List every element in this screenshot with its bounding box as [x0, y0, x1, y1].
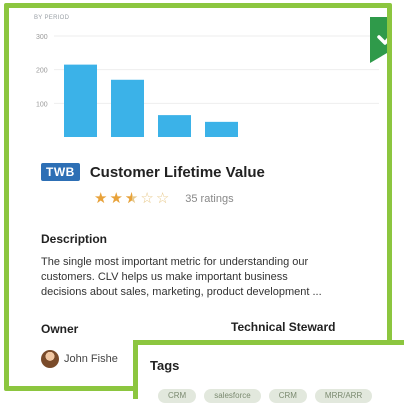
description-line: customers. CLV helps us make important b… — [41, 271, 288, 283]
technical-steward-heading: Technical Steward — [231, 320, 336, 334]
half-star-icon[interactable]: ★★ — [125, 191, 138, 206]
title-row: TWB Customer Lifetime Value — [41, 163, 265, 181]
bar[interactable] — [205, 121, 238, 137]
description-heading: Description — [41, 232, 108, 246]
tag[interactable]: MRR/ARR — [314, 389, 373, 403]
empty-star-icon[interactable]: ☆ — [156, 191, 169, 206]
description-line: The single most important metric for und… — [41, 256, 309, 268]
bar[interactable] — [111, 79, 144, 137]
bar-chart: 300 200 100 — [36, 34, 379, 137]
tag[interactable]: CRM — [158, 389, 197, 403]
bar[interactable] — [158, 115, 191, 137]
certified-ribbon-icon — [370, 17, 387, 63]
tags-heading: Tags — [150, 358, 180, 373]
tag-list: CRM salesforce CRM MRR/ARR — [158, 389, 373, 403]
tags-panel: Tags CRM salesforce CRM MRR/ARR — [133, 340, 404, 403]
owner[interactable]: John Fishe — [41, 350, 118, 368]
owner-heading: Owner — [41, 322, 79, 336]
y-tick-label: 100 — [36, 101, 48, 108]
ratings-count[interactable]: 35 ratings — [185, 193, 233, 205]
tag[interactable]: CRM — [268, 389, 307, 403]
description-line: decisions about sales, marketing, produc… — [41, 286, 322, 298]
y-tick-label: 300 — [36, 34, 48, 41]
y-tick-label: 200 — [36, 68, 48, 75]
star-icon[interactable]: ★ — [94, 191, 107, 206]
bar[interactable] — [64, 64, 97, 137]
workbook-type-badge: TWB — [41, 163, 80, 181]
description-text: The single most important metric for und… — [41, 255, 387, 300]
asset-title[interactable]: Customer Lifetime Value — [90, 164, 265, 181]
avatar — [41, 350, 59, 368]
tag[interactable]: salesforce — [204, 389, 261, 403]
empty-star-icon[interactable]: ☆ — [140, 191, 153, 206]
asset-card[interactable]: BY PERIOD 300 200 100 TWB Customer Lifetim… — [4, 3, 392, 391]
owner-name[interactable]: John Fishe — [64, 353, 118, 365]
rating[interactable]: ★ ★ ★★ ☆ ☆ 35 ratings — [94, 191, 234, 206]
star-icon[interactable]: ★ — [109, 191, 122, 206]
